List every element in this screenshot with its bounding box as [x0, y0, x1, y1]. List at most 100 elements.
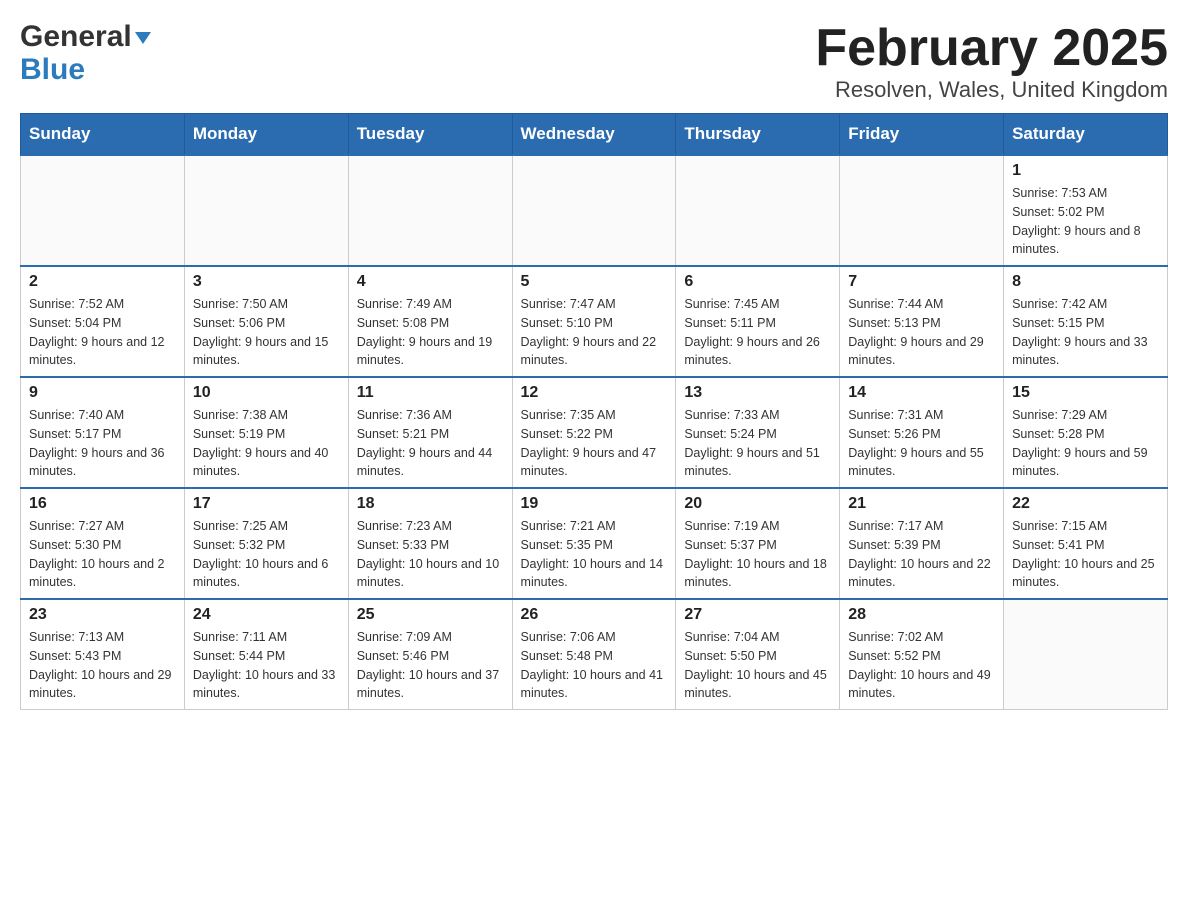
calendar-week-row: 2 Sunrise: 7:52 AM Sunset: 5:04 PM Daylig… — [21, 266, 1168, 377]
day-number: 8 — [1012, 273, 1159, 291]
calendar-cell: 14Sunrise: 7:31 AM Sunset: 5:26 PM Dayli… — [840, 377, 1004, 488]
day-info: Sunrise: 7:36 AM Sunset: 5:21 PM Dayligh… — [357, 406, 504, 481]
col-monday: Monday — [184, 114, 348, 156]
day-info: Sunrise: 7:04 AM Sunset: 5:50 PM Dayligh… — [684, 628, 831, 703]
calendar-cell: 24 Sunrise: 7:11 AM Sunset: 5:44 PM Dayli… — [184, 599, 348, 710]
col-saturday: Saturday — [1004, 114, 1168, 156]
day-info: Sunrise: 7:25 AM Sunset: 5:32 PM Dayligh… — [193, 517, 340, 592]
calendar-cell: 9 Sunrise: 7:40 AM Sunset: 5:17 PM Daylig… — [21, 377, 185, 488]
calendar-cell: 20Sunrise: 7:19 AM Sunset: 5:37 PM Dayli… — [676, 488, 840, 599]
day-info: Sunrise: 7:44 AM Sunset: 5:13 PM Dayligh… — [848, 295, 995, 370]
calendar-cell: 12 Sunrise: 7:35 AM Sunset: 5:22 PM Dayli… — [512, 377, 676, 488]
logo-arrow-icon — [135, 20, 151, 53]
calendar-cell — [1004, 599, 1168, 710]
day-number: 12 — [521, 384, 668, 402]
page-header: General Blue February 2025 Resolven, Wal… — [20, 20, 1168, 103]
day-number: 23 — [29, 606, 176, 624]
calendar-cell: 15Sunrise: 7:29 AM Sunset: 5:28 PM Dayli… — [1004, 377, 1168, 488]
calendar-cell: 4Sunrise: 7:49 AM Sunset: 5:08 PM Daylig… — [348, 266, 512, 377]
day-info: Sunrise: 7:23 AM Sunset: 5:33 PM Dayligh… — [357, 517, 504, 592]
calendar-cell: 2 Sunrise: 7:52 AM Sunset: 5:04 PM Daylig… — [21, 266, 185, 377]
calendar-cell: 8 Sunrise: 7:42 AM Sunset: 5:15 PM Daylig… — [1004, 266, 1168, 377]
calendar-body: 1 Sunrise: 7:53 AM Sunset: 5:02 PM Daylig… — [21, 155, 1168, 710]
day-number: 26 — [521, 606, 668, 624]
day-number: 9 — [29, 384, 176, 402]
calendar-cell: 3 Sunrise: 7:50 AM Sunset: 5:06 PM Daylig… — [184, 266, 348, 377]
day-number: 3 — [193, 273, 340, 291]
day-number: 1 — [1012, 162, 1159, 180]
day-info: Sunrise: 7:29 AM Sunset: 5:28 PM Dayligh… — [1012, 406, 1159, 481]
calendar-cell: 17 Sunrise: 7:25 AM Sunset: 5:32 PM Dayli… — [184, 488, 348, 599]
calendar-cell: 6Sunrise: 7:45 AM Sunset: 5:11 PM Daylig… — [676, 266, 840, 377]
day-info: Sunrise: 7:35 AM Sunset: 5:22 PM Dayligh… — [521, 406, 668, 481]
day-number: 11 — [357, 384, 504, 402]
day-number: 16 — [29, 495, 176, 513]
calendar-cell: 19Sunrise: 7:21 AM Sunset: 5:35 PM Dayli… — [512, 488, 676, 599]
calendar-cell: 18Sunrise: 7:23 AM Sunset: 5:33 PM Dayli… — [348, 488, 512, 599]
calendar-cell — [676, 155, 840, 266]
logo-blue-text: Blue — [20, 53, 151, 86]
day-info: Sunrise: 7:09 AM Sunset: 5:46 PM Dayligh… — [357, 628, 504, 703]
day-number: 19 — [521, 495, 668, 513]
calendar-cell: 21Sunrise: 7:17 AM Sunset: 5:39 PM Dayli… — [840, 488, 1004, 599]
calendar-cell: 1 Sunrise: 7:53 AM Sunset: 5:02 PM Daylig… — [1004, 155, 1168, 266]
col-friday: Friday — [840, 114, 1004, 156]
day-number: 5 — [521, 273, 668, 291]
day-number: 2 — [29, 273, 176, 291]
calendar-week-row: 9 Sunrise: 7:40 AM Sunset: 5:17 PM Daylig… — [21, 377, 1168, 488]
day-info: Sunrise: 7:47 AM Sunset: 5:10 PM Dayligh… — [521, 295, 668, 370]
calendar-cell — [21, 155, 185, 266]
calendar-cell — [512, 155, 676, 266]
calendar-cell: 10 Sunrise: 7:38 AM Sunset: 5:19 PM Dayli… — [184, 377, 348, 488]
col-sunday: Sunday — [21, 114, 185, 156]
day-number: 20 — [684, 495, 831, 513]
calendar-cell: 27 Sunrise: 7:04 AM Sunset: 5:50 PM Dayli… — [676, 599, 840, 710]
day-info: Sunrise: 7:13 AM Sunset: 5:43 PM Dayligh… — [29, 628, 176, 703]
col-tuesday: Tuesday — [348, 114, 512, 156]
day-info: Sunrise: 7:49 AM Sunset: 5:08 PM Dayligh… — [357, 295, 504, 370]
day-info: Sunrise: 7:50 AM Sunset: 5:06 PM Dayligh… — [193, 295, 340, 370]
day-number: 17 — [193, 495, 340, 513]
day-number: 6 — [684, 273, 831, 291]
calendar-cell: 25 Sunrise: 7:09 AM Sunset: 5:46 PM Dayli… — [348, 599, 512, 710]
day-number: 28 — [848, 606, 995, 624]
calendar-cell — [348, 155, 512, 266]
calendar-week-row: 1 Sunrise: 7:53 AM Sunset: 5:02 PM Daylig… — [21, 155, 1168, 266]
day-number: 24 — [193, 606, 340, 624]
day-number: 10 — [193, 384, 340, 402]
title-area: February 2025 Resolven, Wales, United Ki… — [815, 20, 1168, 103]
day-header-row: Sunday Monday Tuesday Wednesday Thursday… — [21, 114, 1168, 156]
calendar-table: Sunday Monday Tuesday Wednesday Thursday… — [20, 113, 1168, 710]
calendar-cell: 13Sunrise: 7:33 AM Sunset: 5:24 PM Dayli… — [676, 377, 840, 488]
calendar-cell: 5 Sunrise: 7:47 AM Sunset: 5:10 PM Daylig… — [512, 266, 676, 377]
calendar-title: February 2025 — [815, 20, 1168, 77]
day-info: Sunrise: 7:38 AM Sunset: 5:19 PM Dayligh… — [193, 406, 340, 481]
day-number: 25 — [357, 606, 504, 624]
calendar-cell: 22Sunrise: 7:15 AM Sunset: 5:41 PM Dayli… — [1004, 488, 1168, 599]
day-info: Sunrise: 7:06 AM Sunset: 5:48 PM Dayligh… — [521, 628, 668, 703]
logo-general-text: General — [20, 20, 132, 53]
day-number: 21 — [848, 495, 995, 513]
calendar-week-row: 16Sunrise: 7:27 AM Sunset: 5:30 PM Dayli… — [21, 488, 1168, 599]
day-info: Sunrise: 7:11 AM Sunset: 5:44 PM Dayligh… — [193, 628, 340, 703]
col-wednesday: Wednesday — [512, 114, 676, 156]
day-number: 7 — [848, 273, 995, 291]
day-info: Sunrise: 7:40 AM Sunset: 5:17 PM Dayligh… — [29, 406, 176, 481]
day-info: Sunrise: 7:52 AM Sunset: 5:04 PM Dayligh… — [29, 295, 176, 370]
calendar-cell: 7 Sunrise: 7:44 AM Sunset: 5:13 PM Daylig… — [840, 266, 1004, 377]
calendar-cell: 16Sunrise: 7:27 AM Sunset: 5:30 PM Dayli… — [21, 488, 185, 599]
day-info: Sunrise: 7:42 AM Sunset: 5:15 PM Dayligh… — [1012, 295, 1159, 370]
day-number: 13 — [684, 384, 831, 402]
calendar-cell: 26 Sunrise: 7:06 AM Sunset: 5:48 PM Dayli… — [512, 599, 676, 710]
day-number: 14 — [848, 384, 995, 402]
calendar-header: Sunday Monday Tuesday Wednesday Thursday… — [21, 114, 1168, 156]
col-thursday: Thursday — [676, 114, 840, 156]
calendar-cell — [840, 155, 1004, 266]
calendar-cell — [184, 155, 348, 266]
calendar-cell: 23 Sunrise: 7:13 AM Sunset: 5:43 PM Dayli… — [21, 599, 185, 710]
day-number: 27 — [684, 606, 831, 624]
day-info: Sunrise: 7:53 AM Sunset: 5:02 PM Dayligh… — [1012, 184, 1159, 259]
calendar-cell: 11 Sunrise: 7:36 AM Sunset: 5:21 PM Dayli… — [348, 377, 512, 488]
logo-general-line: General — [20, 20, 151, 53]
logo: General Blue — [20, 20, 151, 86]
